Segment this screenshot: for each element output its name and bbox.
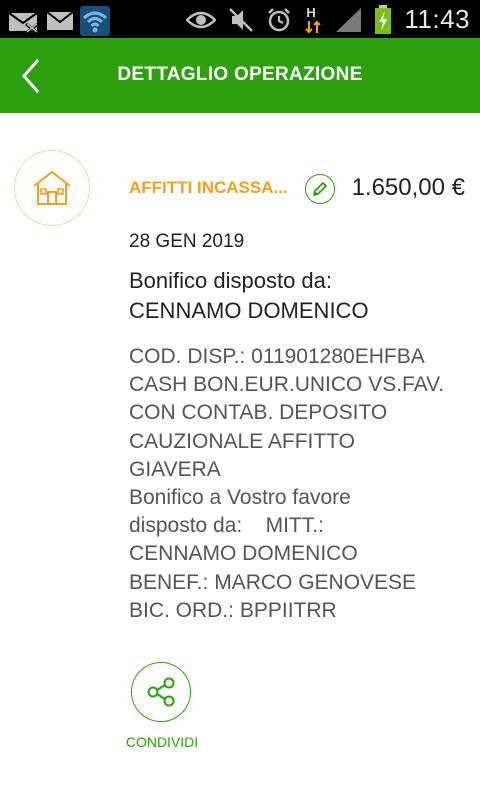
transaction-category: AFFITTI INCASSA... xyxy=(129,178,288,197)
status-bar: H 11:43 xyxy=(0,0,480,38)
share-icon xyxy=(147,677,175,707)
mute-icon xyxy=(229,7,254,32)
transaction-title: Bonifico disposto da: CENNAMO DOMENICO xyxy=(129,266,369,326)
alarm-icon xyxy=(268,7,291,31)
status-bar-system: H 11:43 xyxy=(186,4,470,35)
signal-icon xyxy=(336,7,362,32)
share-button[interactable] xyxy=(131,662,191,722)
edit-category-button[interactable] xyxy=(305,174,335,204)
category-icon-badge xyxy=(14,150,90,226)
eye-icon xyxy=(186,11,217,28)
transaction-description: COD. DISP.: 011901280EHFBA CASH BON.EUR.… xyxy=(129,345,445,622)
network-type-label: H xyxy=(306,4,316,20)
wifi-icon xyxy=(80,6,110,36)
battery-charging-icon xyxy=(375,4,392,34)
status-time: 11:43 xyxy=(404,4,470,34)
status-bar-notifications xyxy=(8,6,110,36)
mail-icon xyxy=(46,11,74,30)
page-title: DETTAGLIO OPERAZIONE xyxy=(117,64,363,85)
network-h-icon: H xyxy=(304,5,322,35)
transaction-title-line1: Bonifico disposto da: xyxy=(129,268,333,293)
missed-mail-icon xyxy=(8,12,39,34)
transaction-amount: 1.650,00 € xyxy=(351,174,465,201)
pencil-icon xyxy=(313,182,327,196)
transaction-title-line2: CENNAMO DOMENICO xyxy=(129,298,369,323)
app-bar: DETTAGLIO OPERAZIONE xyxy=(0,38,480,113)
transaction-date: 28 GEN 2019 xyxy=(129,231,245,252)
share-label[interactable]: CONDIVIDI xyxy=(110,734,214,750)
house-icon xyxy=(33,170,71,205)
